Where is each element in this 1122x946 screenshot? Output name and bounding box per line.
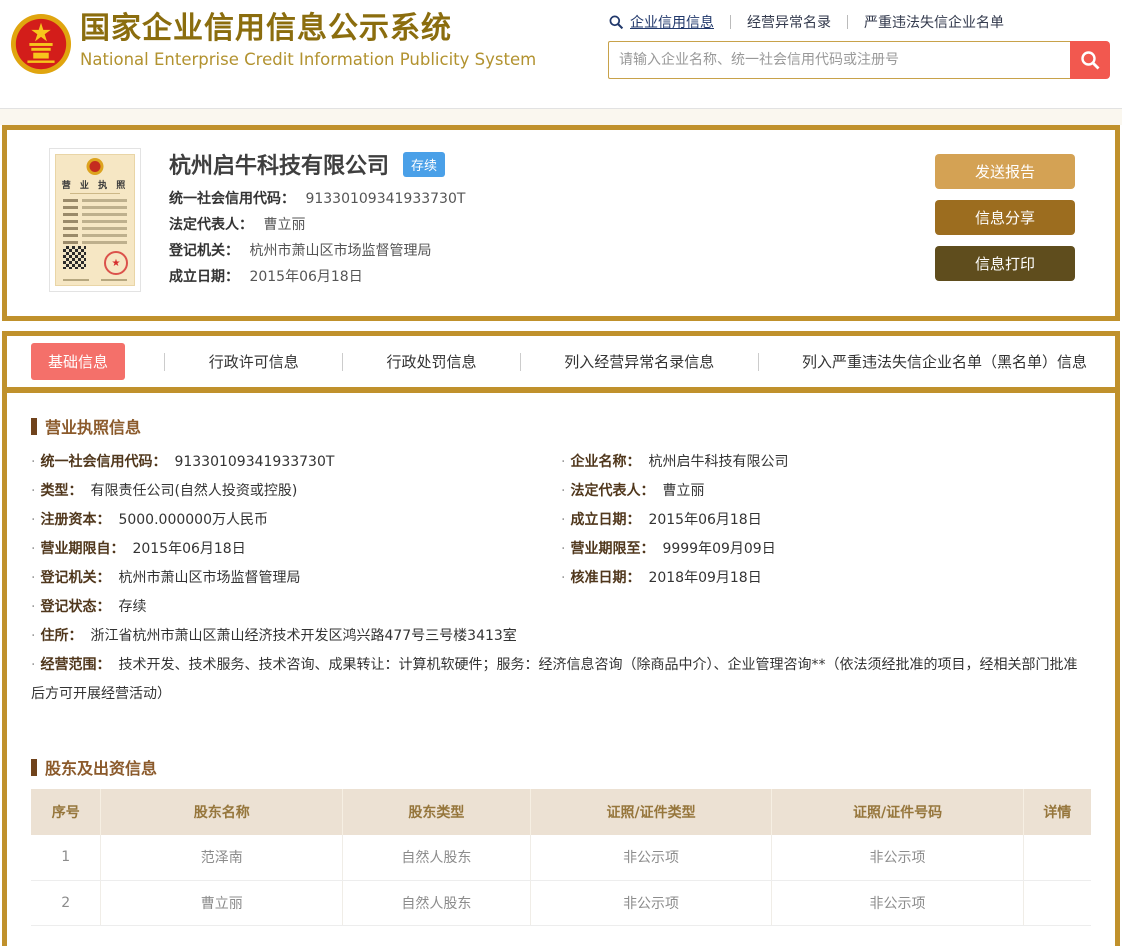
company-info: 杭州启牛科技有限公司 存续 统一社会信用代码： 9133010934193373… [141,148,935,302]
company-name: 杭州启牛科技有限公司 [169,148,389,180]
tab-separator [520,353,521,371]
detail-card: 基础信息 行政许可信息 行政处罚信息 列入经营异常名录信息 列入严重违法失信企业… [2,331,1120,946]
site-subtitle: National Enterprise Credit Information P… [80,50,536,69]
search-input[interactable] [608,41,1070,79]
col-header-certificate-type: 证照/证件类型 [530,789,772,835]
table-row: 1 范泽南 自然人股东 非公示项 非公示项 [31,835,1091,880]
header-accent-strip [0,109,1122,125]
tab-serious-violations-blacklist[interactable]: 列入严重违法失信企业名单（黑名单）信息 [798,343,1091,380]
search-box [608,41,1110,79]
tab-separator [342,353,343,371]
license-qr-code [63,246,86,269]
summary-field-legal-rep: 法定代表人： 曹立丽 [169,212,935,238]
license-red-seal: ★ [104,251,128,275]
search-nav: 企业信用信息 经营异常名录 严重违法失信企业名单 [608,12,1110,32]
field-spacer [561,593,1091,622]
field-business-scope: 经营范围：技术开发、技术服务、技术咨询、成果转让：计算机软硬件；服务：经济信息咨… [31,651,1091,709]
section-title-shareholders: 股东及出资信息 [31,755,1091,779]
share-info-button[interactable]: 信息分享 [935,200,1075,235]
search-area: 企业信用信息 经营异常名录 严重违法失信企业名单 [608,12,1110,79]
field-term-from: 营业期限自：2015年06月18日 [31,535,561,564]
brand-text: 国家企业信用信息公示系统 National Enterprise Credit … [80,10,536,69]
field-company-name: 企业名称：杭州启牛科技有限公司 [561,448,1091,477]
field-credit-code: 统一社会信用代码：91330109341933730T [31,448,561,477]
field-legal-rep: 法定代表人：曹立丽 [561,477,1091,506]
field-establish-date: 成立日期：2015年06月18日 [561,506,1091,535]
business-license-image[interactable]: 营 业 执 照 ★ [49,148,141,292]
nav-link-abnormal-operations[interactable]: 经营异常名录 [747,12,831,32]
table-row: 2 曹立丽 自然人股东 非公示项 非公示项 [31,880,1091,925]
national-emblem-logo [10,12,72,76]
license-divider [70,193,120,194]
license-text-lines [63,199,127,248]
field-company-type: 类型：有限责任公司(自然人投资或控股) [31,477,561,506]
section-title-business-license: 营业执照信息 [31,414,1091,438]
print-info-button[interactable]: 信息打印 [935,246,1075,281]
summary-field-credit-code: 统一社会信用代码： 91330109341933730T [169,186,935,212]
company-summary-card: 营 业 执 照 ★ 杭州启牛科技有限公司 存续 统一社会信用代码： 913301… [2,125,1120,321]
field-registration-authority: 登记机关：杭州市萧山区市场监督管理局 [31,564,561,593]
col-header-details: 详情 [1023,789,1091,835]
brand: 国家企业信用信息公示系统 National Enterprise Credit … [8,10,536,76]
col-header-shareholder-type: 股东类型 [343,789,531,835]
tab-abnormal-operations-list[interactable]: 列入经营异常名录信息 [560,343,718,380]
field-approval-date: 核准日期：2018年09月18日 [561,564,1091,593]
nav-link-serious-violations[interactable]: 严重违法失信企业名单 [864,12,1004,32]
send-report-button[interactable]: 发送报告 [935,154,1075,189]
tab-administrative-penalty[interactable]: 行政处罚信息 [382,343,480,380]
col-header-certificate-number: 证照/证件号码 [772,789,1023,835]
search-button-icon [1079,49,1101,71]
section-bar [31,418,37,435]
summary-field-establish-date: 成立日期： 2015年06月18日 [169,264,935,290]
nav-link-enterprise-credit[interactable]: 企业信用信息 [630,12,714,32]
license-paper: 营 业 执 照 ★ [55,154,135,286]
tab-content: 营业执照信息 统一社会信用代码：91330109341933730T 企业名称：… [7,393,1115,946]
field-term-to: 营业期限至：9999年09月09日 [561,535,1091,564]
company-actions: 发送报告 信息分享 信息打印 [935,154,1075,302]
col-header-index: 序号 [31,789,101,835]
status-badge: 存续 [403,152,445,177]
nav-separator [730,15,731,29]
shareholders-section: 股东及出资信息 序号 股东名称 股东类型 证照/证件类型 证照/证件号码 详情 [31,755,1091,926]
license-footer-lines [63,279,127,281]
section-bar [31,759,37,776]
tab-separator [758,353,759,371]
tab-separator [164,353,165,371]
tab-basic-info[interactable]: 基础信息 [31,343,125,380]
business-license-fields: 统一社会信用代码：91330109341933730T 企业名称：杭州启牛科技有… [31,448,1091,709]
summary-field-registration-authority: 登记机关： 杭州市萧山区市场监督管理局 [169,238,935,264]
site-header: 国家企业信用信息公示系统 National Enterprise Credit … [0,0,1122,109]
search-icon [608,14,624,30]
search-button[interactable] [1070,41,1110,79]
field-address: 住所：浙江省杭州市萧山区萧山经济技术开发区鸿兴路477号三号楼3413室 [31,622,1091,651]
nav-separator [847,15,848,29]
license-emblem-icon [87,158,104,175]
tab-bar: 基础信息 行政许可信息 行政处罚信息 列入经营异常名录信息 列入严重违法失信企业… [7,336,1115,393]
field-registration-status: 登记状态：存续 [31,593,561,622]
table-header-row: 序号 股东名称 股东类型 证照/证件类型 证照/证件号码 详情 [31,789,1091,835]
col-header-shareholder-name: 股东名称 [101,789,343,835]
license-title: 营 业 执 照 [56,178,134,191]
field-registered-capital: 注册资本：5000.000000万人民币 [31,506,561,535]
tab-administrative-license[interactable]: 行政许可信息 [205,343,303,380]
site-title: 国家企业信用信息公示系统 [80,10,536,48]
shareholders-table: 序号 股东名称 股东类型 证照/证件类型 证照/证件号码 详情 1 范泽南 自然… [31,789,1091,926]
